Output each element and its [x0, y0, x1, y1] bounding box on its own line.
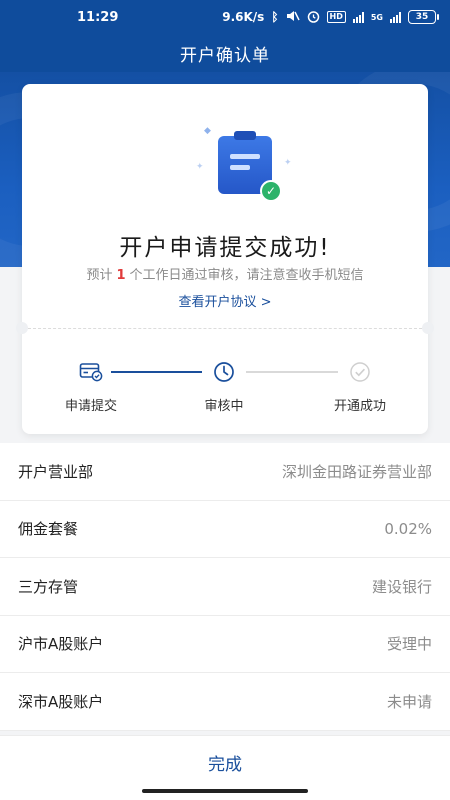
result-card: ◆ ✦ ✦ ✓ 开户申请提交成功! 预计 1 个工作日通过审核，请注意查收手机短信 …	[16, 84, 434, 434]
card-check-icon	[79, 363, 103, 382]
notice-suffix: 个工作日通过审核，请注意查收手机短信	[129, 268, 364, 283]
info-row-branch: 开户营业部 深圳金田路证券营业部	[0, 443, 450, 501]
battery-icon: 35	[408, 10, 439, 24]
info-key: 沪市A股账户	[18, 635, 104, 654]
alarm-icon	[307, 10, 320, 25]
check-icon: ✓	[260, 180, 282, 202]
info-key: 三方存管	[18, 577, 79, 596]
signal-icon	[352, 11, 364, 23]
signal-icon-2	[390, 11, 401, 23]
home-indicator[interactable]	[142, 789, 308, 793]
dashed-divider	[28, 328, 422, 329]
view-agreement-link[interactable]: 查看开户协议 >	[22, 291, 428, 310]
battery-level: 35	[415, 12, 429, 22]
status-indicators: 9.6K/s ᛒ HD 5G 35	[222, 10, 439, 25]
mute-icon	[286, 10, 300, 24]
net-speed: 9.6K/s	[222, 10, 265, 24]
done-button[interactable]: 完成	[0, 736, 450, 788]
page-title: 开户确认单	[180, 45, 270, 66]
notice-prefix: 预计	[86, 268, 113, 283]
notice-days: 1	[116, 268, 126, 283]
account-info-list: 开户营业部 深圳金田路证券营业部 佣金套餐 0.02% 三方存管 建设银行 沪市…	[0, 443, 450, 731]
success-title: 开户申请提交成功!	[119, 235, 331, 261]
step-label: 申请提交	[64, 399, 117, 414]
clipboard-success-illustration: ◆ ✦ ✦ ✓	[192, 124, 292, 204]
info-value: 未申请	[386, 692, 432, 711]
info-row-custody-bank: 三方存管 建设银行	[0, 558, 450, 616]
bottom-bar: 完成	[0, 735, 450, 800]
sparkle-icon: ✦	[196, 162, 204, 172]
info-value: 深圳金田路证券营业部	[281, 462, 432, 481]
step-submit: 申请提交	[41, 360, 141, 414]
check-circle-icon	[350, 362, 370, 382]
network-type: 5G	[370, 12, 383, 22]
step-label: 开通成功	[333, 399, 386, 414]
step-review: 审核中	[174, 360, 274, 414]
info-value: 建设银行	[371, 577, 432, 596]
info-row-sz-account: 深市A股账户 未申请	[0, 673, 450, 731]
step-label: 审核中	[204, 399, 244, 414]
hd-icon: HD	[326, 11, 346, 23]
bluetooth-icon: ᛒ	[271, 10, 279, 24]
review-notice: 预计 1 个工作日通过审核，请注意查收手机短信	[22, 264, 428, 283]
info-value: 受理中	[386, 635, 432, 654]
status-bar: 11:29 9.6K/s ᛒ HD 5G 35	[0, 0, 450, 34]
card-notch	[16, 322, 28, 334]
sparkle-icon: ✦	[284, 158, 292, 168]
info-row-commission: 佣金套餐 0.02%	[0, 501, 450, 558]
info-key: 佣金套餐	[18, 520, 79, 539]
page-header: 开户确认单	[0, 34, 450, 72]
card-notch	[422, 322, 434, 334]
info-value: 0.02%	[384, 519, 432, 538]
status-time: 11:29	[77, 9, 119, 25]
info-key: 深市A股账户	[18, 692, 104, 711]
step-activated: 开通成功	[310, 360, 410, 414]
sparkle-icon: ◆	[204, 126, 211, 136]
info-row-sh-account: 沪市A股账户 受理中	[0, 616, 450, 673]
clock-icon	[214, 362, 234, 382]
info-key: 开户营业部	[18, 462, 94, 481]
